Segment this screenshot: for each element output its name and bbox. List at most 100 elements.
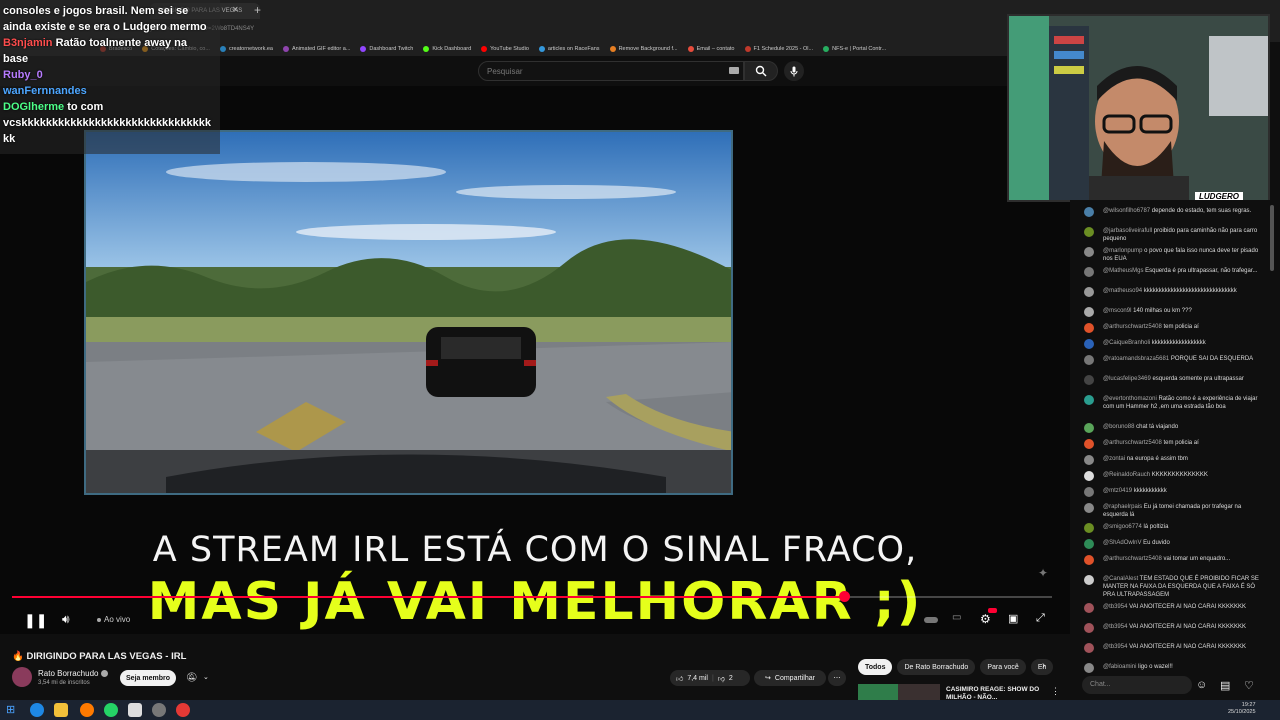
- bookmark-item[interactable]: Kick Dashboard: [423, 46, 471, 52]
- chat-avatar[interactable]: [1084, 423, 1094, 433]
- chat-message[interactable]: @CanalAlest TEM ESTADO QUE É PROIBIDO FI…: [1084, 575, 1260, 599]
- chat-avatar[interactable]: [1084, 207, 1094, 217]
- chat-avatar[interactable]: [1084, 555, 1094, 565]
- chat-avatar[interactable]: [1084, 471, 1094, 481]
- chat-avatar[interactable]: [1084, 247, 1094, 257]
- volume-icon[interactable]: 🔊︎: [62, 612, 70, 627]
- bookmark-item[interactable]: Remove Background f...: [609, 46, 678, 52]
- chat-input[interactable]: Chat...: [1082, 676, 1192, 694]
- bookmark-item[interactable]: articles on RaceFans: [538, 46, 600, 52]
- miniplayer-icon[interactable]: ▣: [1008, 612, 1018, 625]
- bookmark-item[interactable]: NFS-e | Portal Contr...: [823, 46, 886, 52]
- emoji-icon[interactable]: ☺: [1196, 679, 1207, 691]
- chat-message[interactable]: @tb3954 VAI ANOITECER AI NAO CARAI KKKKK…: [1084, 643, 1260, 653]
- chat-username[interactable]: @arthurschwartz5408: [1103, 324, 1163, 330]
- chat-avatar[interactable]: [1084, 643, 1094, 653]
- chat-avatar[interactable]: [1084, 663, 1094, 673]
- tab-close-icon[interactable]: ✕: [232, 5, 239, 14]
- chat-username[interactable]: @mtz0419: [1103, 488, 1134, 494]
- chat-message[interactable]: @raphaelrpais Eu já tomei chamada por tr…: [1084, 503, 1260, 519]
- bookmark-item[interactable]: creatornetwork.ea: [219, 46, 273, 52]
- bookmark-item[interactable]: Email – contato: [687, 46, 735, 52]
- thumbs-down-icon[interactable]: 👎︎: [718, 674, 725, 683]
- chat-message[interactable]: @jarbasoliveirafull proibido para caminh…: [1084, 227, 1260, 243]
- join-button[interactable]: Seja membro: [120, 670, 176, 686]
- chevron-right-icon[interactable]: ›: [1042, 660, 1045, 671]
- chat-avatar[interactable]: [1084, 395, 1094, 405]
- heart-icon[interactable]: ♡: [1244, 679, 1254, 692]
- chat-message[interactable]: @tb3954 VAI ANOITECER AI NAO CARAI KKKKK…: [1084, 623, 1260, 633]
- chat-username[interactable]: @tb3954: [1103, 624, 1129, 630]
- chat-avatar[interactable]: [1084, 575, 1094, 585]
- chat-avatar[interactable]: [1084, 307, 1094, 317]
- app-icon[interactable]: [128, 703, 142, 717]
- chat-username[interactable]: @CanalAlest: [1103, 576, 1140, 582]
- chat-username[interactable]: @raphaelrpais: [1103, 504, 1144, 510]
- chat-message[interactable]: @fabioamini ligo o wazel!!: [1084, 663, 1260, 673]
- chat-avatar[interactable]: [1084, 455, 1094, 465]
- filter-chip[interactable]: Todos: [858, 659, 893, 675]
- bookmark-item[interactable]: Dashboard Twitch: [360, 46, 413, 52]
- chat-avatar[interactable]: [1084, 487, 1094, 497]
- chat-username[interactable]: @marlonpump: [1103, 248, 1144, 254]
- chat-avatar[interactable]: [1084, 623, 1094, 633]
- chat-username[interactable]: @fabioamini: [1103, 664, 1138, 670]
- channel-avatar[interactable]: [12, 667, 32, 687]
- chat-message[interactable]: @smigoo6774 lá poltizia: [1084, 523, 1260, 533]
- live-label[interactable]: Ao vivo: [104, 615, 130, 624]
- chat-avatar[interactable]: [1084, 523, 1094, 533]
- chat-message[interactable]: @evertonthomazoni Ratão como é a experiê…: [1084, 395, 1260, 411]
- chat-username[interactable]: @lucasfelipe3469: [1103, 376, 1152, 382]
- chat-username[interactable]: @matheuso94: [1103, 288, 1144, 294]
- chat-avatar[interactable]: [1084, 539, 1094, 549]
- chat-message[interactable]: @boruno88 chat tá viajando: [1084, 423, 1260, 433]
- channel-name[interactable]: Rato Borrachudo: [38, 669, 98, 678]
- chat-avatar[interactable]: [1084, 287, 1094, 297]
- recommended-title[interactable]: CASIMIRO REAGE: SHOW DO MILHÃO - NÃO...: [946, 686, 1042, 700]
- chat-username[interactable]: @CaiqueBranholi: [1103, 340, 1152, 346]
- chat-message[interactable]: @arthurschwartz5408 tem policia aí: [1084, 439, 1260, 449]
- chat-username[interactable]: @zontai: [1103, 456, 1127, 462]
- chat-message[interactable]: @matheuso94 kkkkkkkkkkkkkkkkkkkkkkkkkkkk…: [1084, 287, 1260, 297]
- keyboard-icon[interactable]: [729, 67, 739, 74]
- notification-bell-icon[interactable]: 🔕︎: [186, 672, 197, 683]
- chat-avatar[interactable]: [1084, 267, 1094, 277]
- search-button[interactable]: [744, 61, 778, 81]
- chat-username[interactable]: @arthurschwartz5408: [1103, 440, 1163, 446]
- whatsapp-icon[interactable]: [104, 703, 118, 717]
- like-count[interactable]: 7,4 mil: [687, 675, 708, 682]
- scrubber-handle[interactable]: [839, 591, 850, 602]
- chat-message[interactable]: @MatheusMgs Esquerda é pra ultrapassar, …: [1084, 267, 1260, 277]
- chat-message[interactable]: @mtz0419 kkkkkkkkkkk: [1084, 487, 1260, 497]
- chat-message[interactable]: @CaiqueBranholi kkkkkkkkkkkkkkkkkk: [1084, 339, 1260, 349]
- pause-icon[interactable]: ❚❚: [24, 612, 47, 629]
- chat-avatar[interactable]: [1084, 355, 1094, 365]
- chat-username[interactable]: @MatheusMgs: [1103, 268, 1145, 274]
- filter-chip[interactable]: De Rato Borrachudo: [897, 659, 976, 675]
- settings-app-icon[interactable]: [152, 703, 166, 717]
- chat-message[interactable]: @ratoamandsbraza5681 PORQUE SAI DA ESQUE…: [1084, 355, 1260, 365]
- bookmark-item[interactable]: F1 Schedule 2025 - Ol...: [744, 46, 813, 52]
- chat-username[interactable]: @tb3954: [1103, 604, 1129, 610]
- firefox-icon[interactable]: [80, 703, 94, 717]
- chat-message[interactable]: @ShAdOwlnV Eu duvido: [1084, 539, 1260, 549]
- bookmark-item[interactable]: Animated GIF editor a...: [282, 46, 350, 52]
- chat-avatar[interactable]: [1084, 323, 1094, 333]
- chat-message[interactable]: @tb3954 VAI ANOITECER AI NAO CARAI KKKKK…: [1084, 603, 1260, 613]
- settings-gear-icon[interactable]: ⚙: [980, 612, 991, 626]
- system-clock[interactable]: 19:27 25/10/2025: [1228, 702, 1256, 716]
- new-tab-icon[interactable]: +: [254, 3, 261, 17]
- chat-avatar[interactable]: [1084, 375, 1094, 385]
- windows-start-icon[interactable]: ⊞: [6, 703, 20, 717]
- chat-username[interactable]: @evertonthomazoni: [1103, 396, 1158, 402]
- filter-chip[interactable]: Para você: [980, 659, 1026, 675]
- chat-avatar[interactable]: [1084, 439, 1094, 449]
- subtitles-icon[interactable]: ▭: [952, 612, 961, 623]
- chat-message[interactable]: @arthurschwartz5408 tem policia aí: [1084, 323, 1260, 333]
- chat-avatar[interactable]: [1084, 603, 1094, 613]
- more-actions-button[interactable]: ⋯: [828, 670, 846, 686]
- chat-username[interactable]: @ratoamandsbraza5681: [1103, 356, 1171, 362]
- super-chat-icon[interactable]: ▤: [1220, 679, 1230, 692]
- chat-avatar[interactable]: [1084, 503, 1094, 513]
- search-input[interactable]: Pesquisar: [478, 61, 744, 81]
